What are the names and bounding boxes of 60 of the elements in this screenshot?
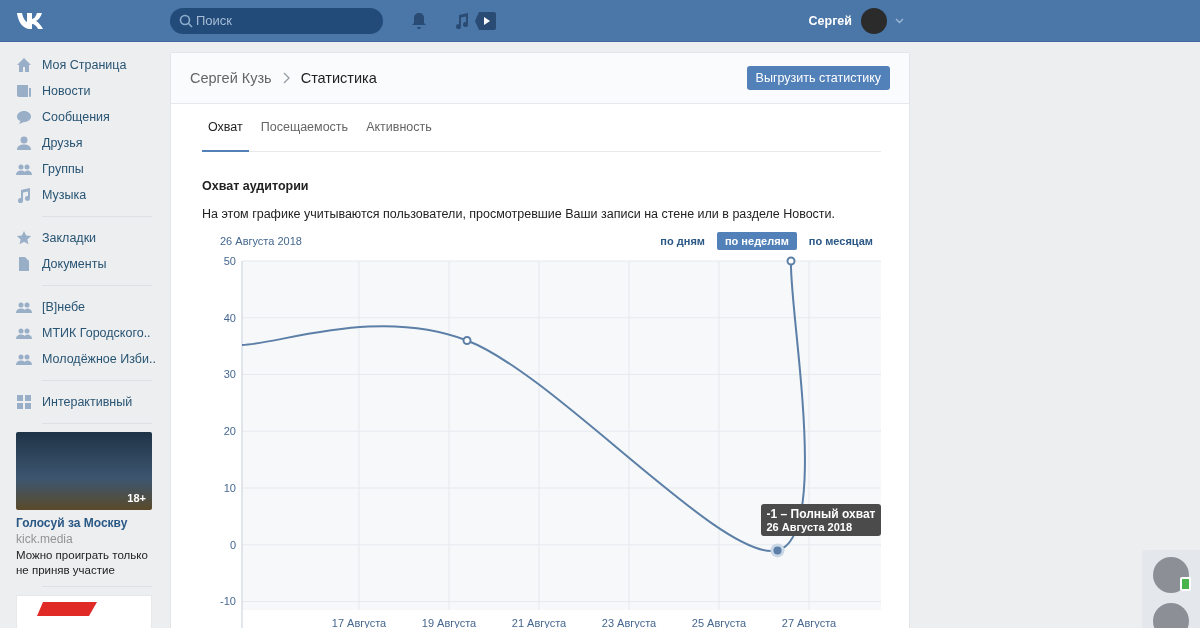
sidebar-item[interactable]: Друзья bbox=[16, 130, 152, 156]
tooltip-date: 26 Августа 2018 bbox=[766, 521, 854, 534]
music-note-icon[interactable] bbox=[453, 11, 469, 30]
tooltip-value: -1 – Полный охват bbox=[766, 507, 876, 522]
home-icon bbox=[16, 57, 32, 73]
y-tick-label: 40 bbox=[223, 311, 236, 324]
search-icon bbox=[179, 13, 193, 28]
chevron-icon bbox=[282, 72, 290, 84]
ad-text: Можно проиграть только не приняв участие bbox=[16, 548, 149, 578]
date-label: 26 Августа 2018 bbox=[220, 235, 302, 247]
y-tick-label: 30 bbox=[223, 368, 236, 381]
tab[interactable]: Охват bbox=[202, 104, 249, 152]
period-button[interactable]: по дням bbox=[652, 232, 713, 250]
page-title: Статистика bbox=[300, 70, 377, 86]
ad-title[interactable]: Голосуй за Москву bbox=[16, 516, 152, 530]
sidebar-item[interactable]: Новости bbox=[16, 78, 152, 104]
period-button[interactable]: по месяцам bbox=[800, 232, 881, 250]
description-text: На этом графике учитываются пользователи, просмотревшие Ваши записи на стене или в разделе Новости. bbox=[202, 207, 837, 221]
y-tick-label: -10 bbox=[220, 595, 236, 608]
age-label: 18+ bbox=[127, 492, 146, 504]
logo-icon bbox=[37, 602, 97, 616]
period-button[interactable]: по неделям bbox=[716, 232, 797, 250]
section-title: Охват аудитории bbox=[202, 179, 310, 193]
photo-placeholder[interactable]: 18+ bbox=[16, 432, 152, 510]
y-tick-label: 50 bbox=[223, 255, 236, 267]
hovered-point[interactable] bbox=[770, 543, 785, 558]
sidebar-item[interactable]: Интерактивный bbox=[16, 389, 152, 415]
newspaper-icon bbox=[16, 83, 32, 99]
tab[interactable]: Посещаемость bbox=[254, 104, 355, 152]
sidebar-item[interactable]: Закладки bbox=[16, 225, 152, 251]
star-icon bbox=[16, 230, 32, 246]
sidebar-item[interactable]: МТИК Городского.. bbox=[16, 320, 152, 346]
ad-banner[interactable] bbox=[16, 595, 152, 628]
bell-icon[interactable] bbox=[411, 11, 427, 30]
ad-domain: kick.media bbox=[16, 532, 74, 546]
music-note-icon bbox=[16, 187, 32, 203]
contact-avatar[interactable] bbox=[1153, 557, 1189, 593]
sidebar-item[interactable]: Сообщения bbox=[16, 104, 152, 130]
breadcrumb-link[interactable]: Сергей Кузь bbox=[190, 70, 272, 86]
sidebar-item[interactable]: Моя Страница bbox=[16, 52, 152, 78]
user-name[interactable]: Сергей bbox=[808, 13, 852, 28]
sidebar-item[interactable]: Музыка bbox=[16, 182, 152, 208]
data-point[interactable] bbox=[786, 256, 796, 266]
person-icon bbox=[16, 135, 32, 151]
y-tick-label: 0 bbox=[229, 538, 236, 551]
avatar[interactable] bbox=[861, 7, 887, 34]
y-tick-label: 10 bbox=[223, 482, 236, 494]
speech-bubble-icon bbox=[16, 109, 32, 125]
play-icon[interactable] bbox=[474, 11, 496, 30]
sidebar-item[interactable]: Документы bbox=[16, 251, 152, 277]
caret-icon[interactable] bbox=[895, 17, 904, 24]
search-field[interactable]: Поиск bbox=[170, 7, 383, 34]
data-point[interactable] bbox=[462, 335, 472, 345]
export-button[interactable]: Выгрузить статистику bbox=[746, 66, 890, 90]
y-tick-label: 20 bbox=[223, 425, 236, 438]
sidebar-item[interactable]: [В]небе bbox=[16, 294, 152, 320]
sidebar-item[interactable]: Группы bbox=[16, 156, 152, 182]
tab[interactable]: Активность bbox=[360, 104, 438, 152]
document-icon bbox=[16, 256, 32, 272]
grid-icon bbox=[16, 394, 32, 410]
